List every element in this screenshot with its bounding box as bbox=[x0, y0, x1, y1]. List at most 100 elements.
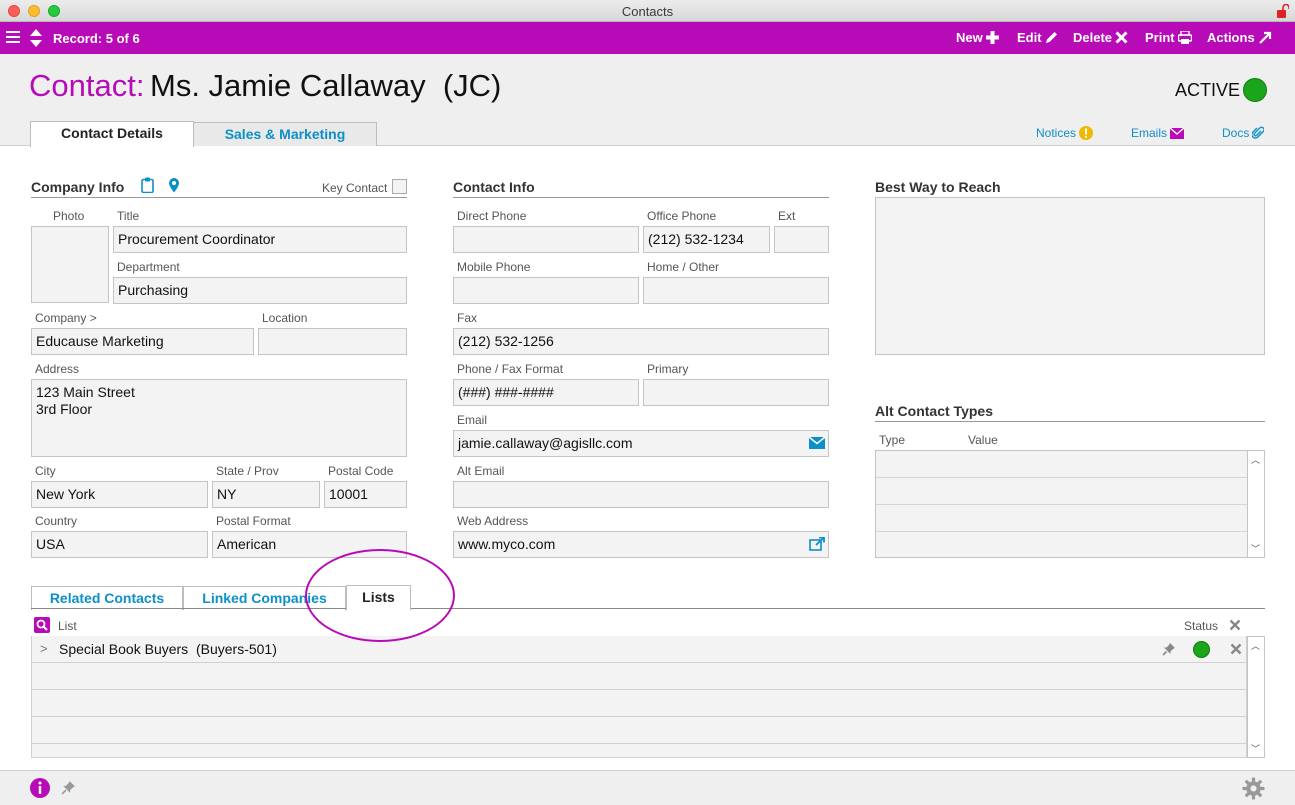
remove-all-icon[interactable] bbox=[1229, 619, 1241, 631]
best-way-field[interactable] bbox=[875, 197, 1265, 355]
lists-scrollbar[interactable]: ︿ ﹀ bbox=[1247, 636, 1265, 758]
new-button[interactable]: New bbox=[956, 30, 999, 45]
edit-button-label: Edit bbox=[1017, 30, 1042, 45]
web-address-field[interactable]: www.myco.com bbox=[453, 531, 829, 558]
company-field[interactable]: Educause Marketing bbox=[31, 328, 254, 355]
tab-sales-marketing[interactable]: Sales & Marketing bbox=[193, 122, 377, 146]
scroll-up-icon[interactable]: ︿ bbox=[1251, 639, 1260, 652]
tab-lists[interactable]: Lists bbox=[346, 585, 411, 611]
photo-label: Photo bbox=[53, 209, 85, 223]
state-field[interactable]: NY bbox=[212, 481, 320, 508]
alt-contact-divider bbox=[875, 421, 1265, 422]
table-row[interactable] bbox=[31, 663, 1247, 690]
map-pin-icon[interactable] bbox=[168, 177, 180, 193]
scroll-down-icon[interactable]: ﹀ bbox=[1251, 742, 1260, 755]
alt-contact-scrollbar[interactable]: ︿ ﹀ bbox=[1247, 450, 1265, 558]
photo-well[interactable] bbox=[31, 226, 109, 303]
gear-icon[interactable] bbox=[1242, 777, 1265, 800]
primary-field[interactable] bbox=[643, 379, 829, 406]
postal-code-field[interactable]: 10001 bbox=[324, 481, 407, 508]
office-phone-field[interactable]: (212) 532-1234 bbox=[643, 226, 770, 253]
email-label: Email bbox=[457, 413, 488, 427]
emails-link[interactable]: Emails bbox=[1131, 126, 1185, 140]
actions-button[interactable]: Actions bbox=[1207, 30, 1272, 45]
ext-label: Ext bbox=[778, 209, 796, 223]
alt-contact-grid[interactable] bbox=[875, 450, 1248, 558]
alt-email-field[interactable] bbox=[453, 481, 829, 508]
location-field[interactable] bbox=[258, 328, 407, 355]
tab-contact-details[interactable]: Contact Details bbox=[30, 121, 194, 147]
table-row[interactable]: > Special Book Buyers (Buyers-501) bbox=[31, 636, 1247, 663]
status-indicator bbox=[1243, 78, 1267, 102]
share-arrow-icon bbox=[1258, 31, 1271, 44]
company-label[interactable]: Company > bbox=[35, 311, 97, 325]
city-label: City bbox=[35, 464, 56, 478]
alt-contact-types-title: Alt Contact Types bbox=[875, 403, 993, 419]
phone-format-label: Phone / Fax Format bbox=[457, 362, 564, 376]
country-field[interactable]: USA bbox=[31, 531, 208, 558]
location-label: Location bbox=[262, 311, 308, 325]
grid-line bbox=[876, 531, 1247, 532]
tab-related-contacts[interactable]: Related Contacts bbox=[31, 586, 183, 610]
unlock-icon[interactable] bbox=[1277, 4, 1289, 18]
hamburger-menu-icon[interactable] bbox=[6, 31, 20, 44]
company-info-title: Company Info bbox=[31, 179, 125, 195]
key-contact-label: Key Contact bbox=[322, 181, 388, 195]
actions-button-label: Actions bbox=[1207, 30, 1255, 45]
title-bar: Contacts bbox=[0, 0, 1295, 22]
pin-icon[interactable] bbox=[1162, 642, 1176, 656]
contacts-window: Contacts Record: 5 of 6 New Edit Delete … bbox=[0, 0, 1295, 805]
table-row[interactable] bbox=[31, 744, 1247, 758]
row-expander[interactable]: > bbox=[40, 641, 48, 656]
list-status-indicator bbox=[1193, 641, 1210, 658]
email-field[interactable]: jamie.callaway@agisllc.com bbox=[453, 430, 829, 457]
edit-button[interactable]: Edit bbox=[1017, 30, 1058, 45]
info-icon[interactable] bbox=[30, 778, 50, 798]
mobile-phone-field[interactable] bbox=[453, 277, 639, 304]
scroll-up-icon[interactable]: ︿ bbox=[1251, 453, 1260, 466]
primary-label: Primary bbox=[647, 362, 689, 376]
open-link-icon[interactable] bbox=[809, 537, 825, 551]
notices-link[interactable]: Notices bbox=[1036, 126, 1094, 140]
direct-phone-field[interactable] bbox=[453, 226, 639, 253]
ext-field[interactable] bbox=[774, 226, 829, 253]
contact-info-title: Contact Info bbox=[453, 179, 535, 195]
home-other-label: Home / Other bbox=[647, 260, 720, 274]
send-email-icon[interactable] bbox=[809, 437, 825, 449]
record-header: Contact: Ms. Jamie Callaway (JC) ACTIVE … bbox=[0, 54, 1295, 147]
phone-format-field[interactable]: (###) ###-#### bbox=[453, 379, 639, 406]
record-navigator-icon[interactable] bbox=[29, 28, 43, 48]
scroll-down-icon[interactable]: ﹀ bbox=[1251, 542, 1260, 555]
clipboard-icon[interactable] bbox=[141, 177, 154, 193]
title-label: Title bbox=[117, 209, 140, 223]
home-other-field[interactable] bbox=[643, 277, 829, 304]
emails-label: Emails bbox=[1131, 126, 1168, 140]
bottom-tabs-divider bbox=[31, 608, 1265, 609]
toolbar: Record: 5 of 6 New Edit Delete Print Act… bbox=[0, 22, 1295, 54]
key-contact-checkbox[interactable] bbox=[392, 179, 407, 194]
print-button[interactable]: Print bbox=[1145, 30, 1192, 45]
search-list-button[interactable] bbox=[34, 617, 50, 633]
remove-row-icon[interactable] bbox=[1230, 643, 1242, 655]
list-name: Special Book Buyers (Buyers-501) bbox=[59, 641, 277, 657]
state-label: State / Prov bbox=[216, 464, 279, 478]
docs-link[interactable]: Docs bbox=[1222, 126, 1265, 140]
contact-info-divider bbox=[453, 197, 829, 198]
window-title: Contacts bbox=[621, 4, 674, 19]
address-field[interactable]: 123 Main Street 3rd Floor bbox=[31, 379, 407, 457]
status-column-header: Status bbox=[1184, 619, 1219, 633]
department-field[interactable]: Purchasing bbox=[113, 277, 407, 304]
pin-icon[interactable] bbox=[61, 780, 76, 795]
title-field[interactable]: Procurement Coordinator bbox=[113, 226, 407, 253]
record-counter: Record: 5 of 6 bbox=[53, 31, 140, 46]
city-field[interactable]: New York bbox=[31, 481, 208, 508]
mobile-phone-label: Mobile Phone bbox=[457, 260, 531, 274]
printer-icon bbox=[1177, 31, 1192, 44]
department-label: Department bbox=[117, 260, 180, 274]
table-row[interactable] bbox=[31, 717, 1247, 744]
postal-code-label: Postal Code bbox=[328, 464, 394, 478]
delete-button[interactable]: Delete bbox=[1073, 30, 1128, 45]
contact-label: Contact: bbox=[29, 68, 145, 103]
fax-field[interactable]: (212) 532-1256 bbox=[453, 328, 829, 355]
table-row[interactable] bbox=[31, 690, 1247, 717]
